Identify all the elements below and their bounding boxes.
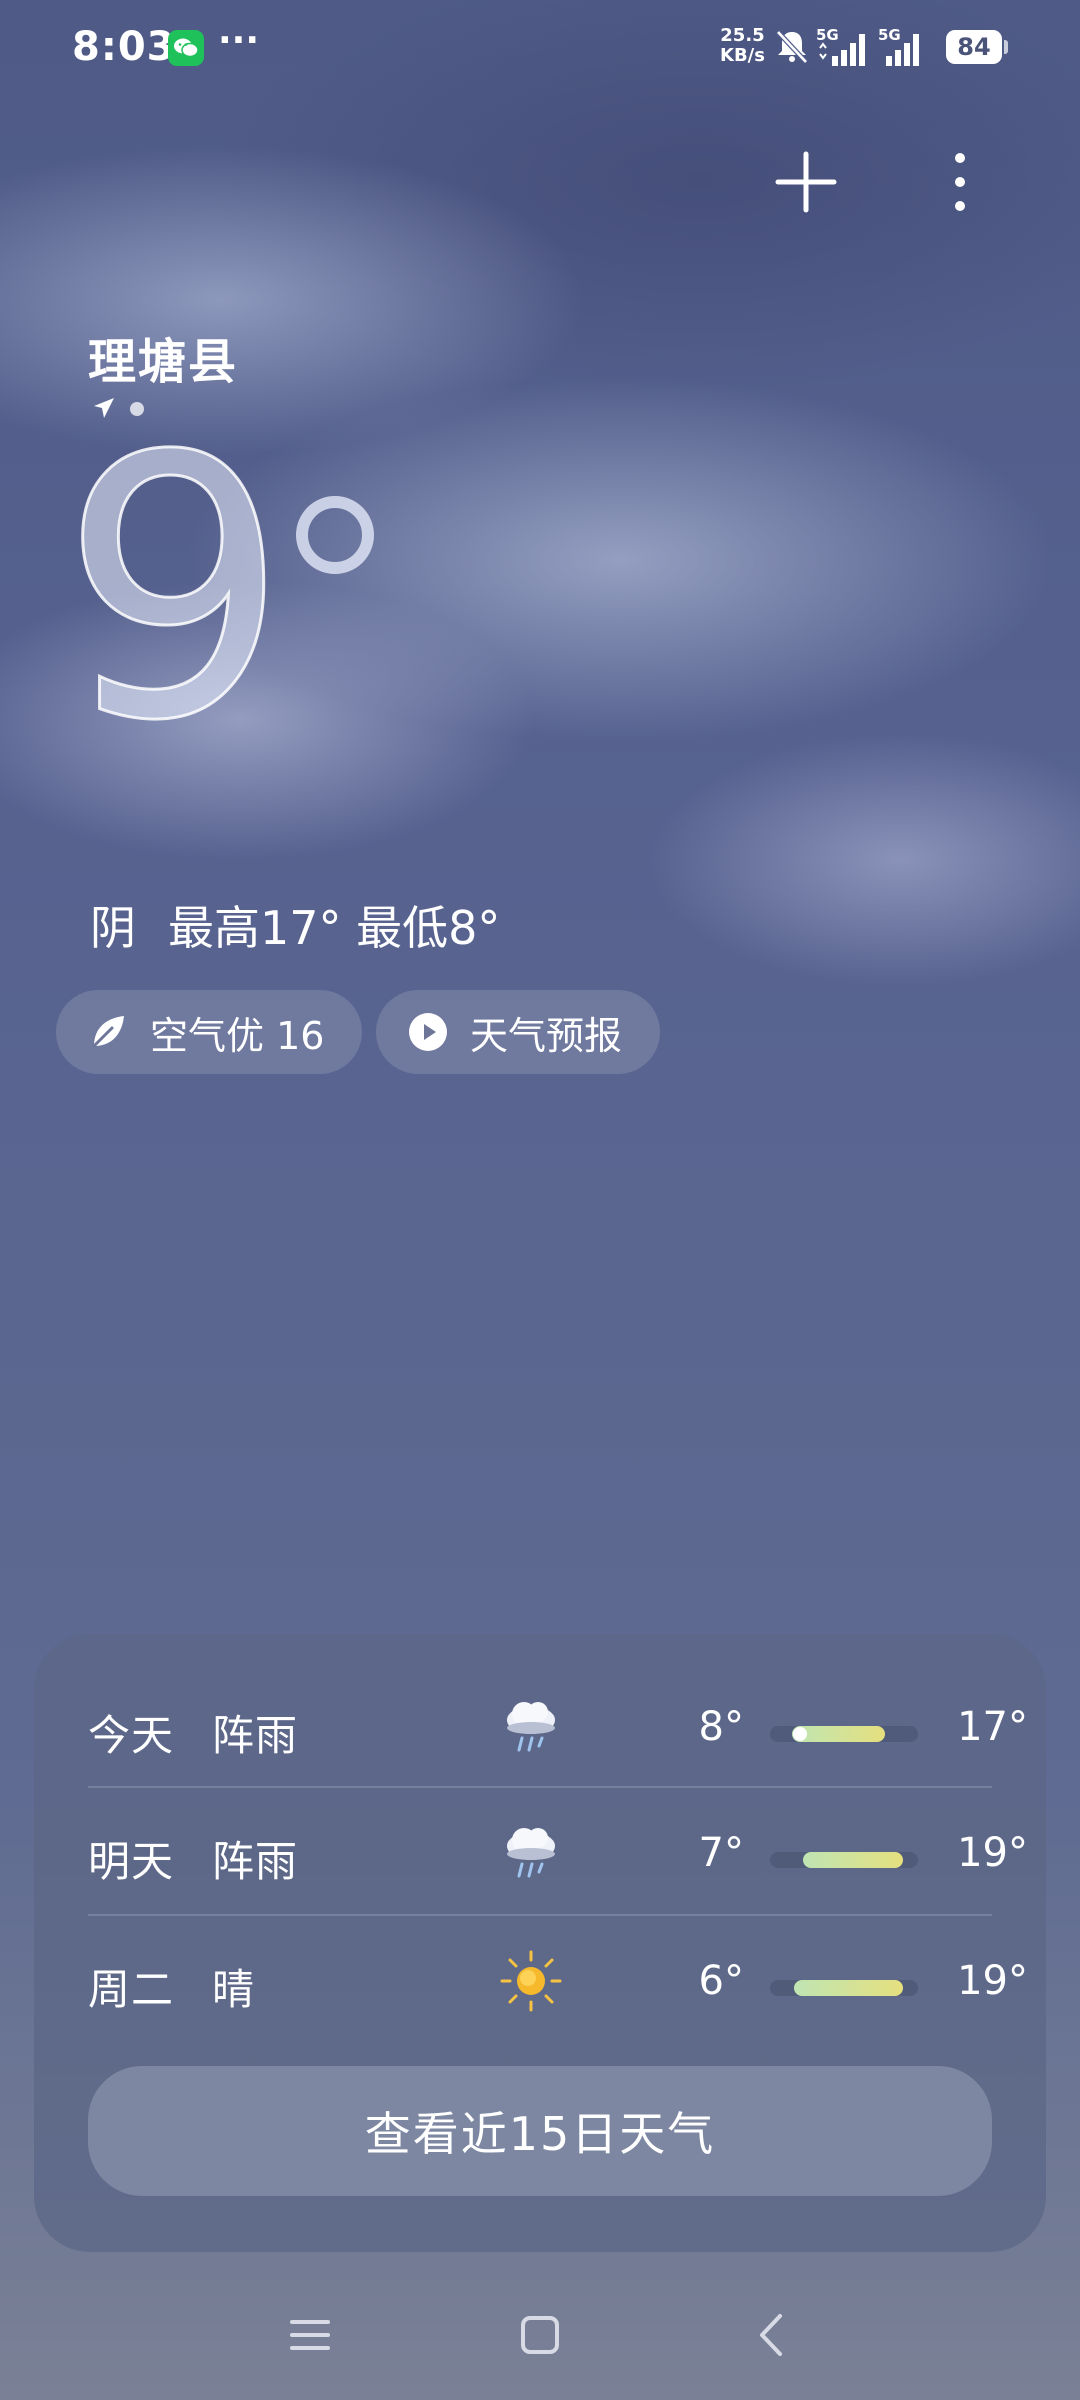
current-temperature: 9 — [58, 380, 290, 799]
home-icon[interactable] — [520, 2310, 560, 2360]
forecast-row[interactable]: 周二 晴 6° 19° — [88, 1918, 1028, 2044]
row-divider — [88, 1914, 992, 1916]
temperature-range-fill — [802, 1852, 904, 1868]
forecast-low: 7° — [698, 1830, 744, 1876]
high-low-temperature: 最高17° 最低8° — [168, 901, 501, 955]
forecast-condition: 晴 — [212, 1965, 256, 2014]
weather-forecast-label: 天气预报 — [470, 1013, 623, 1058]
status-bar: 8:03 ··· 25.5 KB/s 5G 5G 84 — [0, 0, 1080, 96]
air-quality-chip[interactable]: 空气优 16 — [56, 990, 363, 1074]
network-speed: 25.5 KB/s — [720, 26, 765, 66]
weather-forecast-chip[interactable]: 天气预报 — [376, 990, 661, 1074]
temperature-range-bar — [770, 1852, 918, 1868]
leaf-icon — [92, 1016, 124, 1048]
forecast-day: 周二 — [88, 1965, 175, 2014]
view-15-day-weather-button[interactable]: 查看近15日天气 — [88, 2066, 992, 2196]
forecast-card: 今天 阵雨 8° 17° 明天 阵雨 7° 19° 周二 晴 6° 19° 查看… — [34, 1634, 1046, 2252]
forecast-row[interactable]: 今天 阵雨 8° 17° — [88, 1664, 1028, 1790]
forecast-day: 今天 — [88, 1711, 175, 1760]
network-speed-value: 25.5 — [720, 25, 765, 46]
signal2-label: 5G — [878, 26, 901, 44]
forecast-low: 6° — [698, 1958, 744, 2004]
degree-symbol — [296, 496, 374, 574]
play-icon — [409, 1013, 447, 1051]
back-icon[interactable] — [752, 2310, 792, 2360]
forecast-high: 19° — [957, 1958, 1028, 2004]
current-condition: 阴 — [90, 901, 136, 955]
recent-apps-icon[interactable] — [290, 2310, 330, 2360]
forecast-low: 8° — [698, 1704, 744, 1750]
status-time: 8:03 — [72, 24, 176, 70]
wechat-notification-icon — [168, 30, 204, 66]
more-notifications-icon: ··· — [218, 20, 260, 61]
battery-tip — [1004, 40, 1008, 54]
sun-icon — [500, 1950, 562, 2012]
current-temperature-marker — [792, 1727, 807, 1741]
row-divider — [88, 1786, 992, 1788]
signal1-label: 5G — [816, 26, 839, 44]
forecast-high: 17° — [957, 1704, 1028, 1750]
more-options-icon[interactable] — [940, 150, 980, 214]
air-quality-label: 空气优 16 — [150, 1013, 325, 1058]
temperature-range-bar — [770, 1980, 918, 1996]
add-city-icon[interactable] — [774, 150, 838, 214]
forecast-high: 19° — [957, 1830, 1028, 1876]
network-speed-unit: KB/s — [720, 45, 765, 66]
weather-summary: 阴 最高17° 最低8° — [90, 892, 500, 958]
forecast-day: 明天 — [88, 1837, 175, 1886]
cellular-signal-2-icon: 5G — [878, 26, 938, 72]
rain-cloud-icon — [507, 1828, 555, 1878]
rain-cloud-icon — [507, 1702, 555, 1752]
battery-indicator: 84 — [946, 30, 1002, 64]
cellular-signal-1-icon: 5G — [816, 26, 876, 72]
bell-muted-icon — [776, 30, 808, 64]
forecast-row[interactable]: 明天 阵雨 7° 19° — [88, 1790, 1028, 1916]
temperature-range-bar — [770, 1726, 918, 1742]
forecast-condition: 阵雨 — [212, 1711, 299, 1760]
forecast-condition: 阵雨 — [212, 1837, 299, 1886]
system-navigation-bar — [0, 2290, 1080, 2400]
temperature-range-fill — [793, 1980, 904, 1996]
